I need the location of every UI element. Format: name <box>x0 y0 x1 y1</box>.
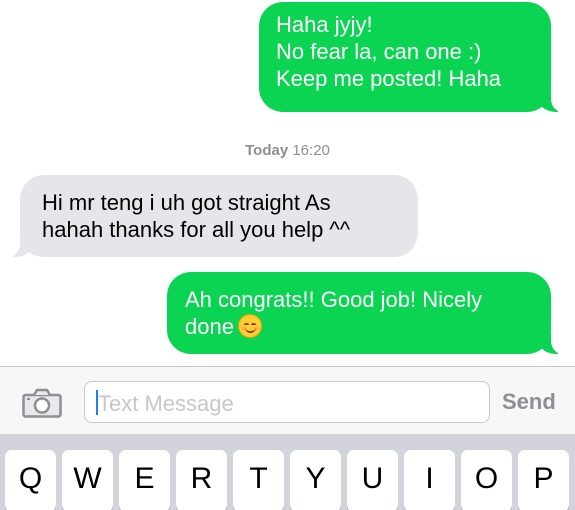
message-text: done <box>185 314 234 339</box>
key-t[interactable]: T <box>233 450 284 510</box>
timestamp-day: Today <box>245 142 289 159</box>
message-line-with-emoji: done <box>185 313 533 340</box>
key-i[interactable]: I <box>404 450 455 510</box>
key-u[interactable]: U <box>347 450 398 510</box>
keyboard: Q W E R T Y U I O P <box>0 434 575 510</box>
message-composer: Text Message Send <box>0 366 575 434</box>
message-input[interactable]: Text Message <box>84 381 490 423</box>
message-input-placeholder: Text Message <box>98 391 234 416</box>
message-line: Keep me posted! Haha <box>276 66 502 91</box>
send-button[interactable]: Send <box>502 389 556 415</box>
message-line: Haha jyjy! <box>276 12 373 37</box>
timestamp-time: 16:20 <box>292 142 330 159</box>
key-q[interactable]: Q <box>5 450 56 510</box>
message-line: No fear la, can one :) <box>276 39 482 64</box>
key-o[interactable]: O <box>461 450 512 510</box>
smiling-face-emoji-icon <box>237 314 262 338</box>
key-w[interactable]: W <box>62 450 113 510</box>
outgoing-message-bubble[interactable]: Ah congrats!! Good job! Nicely done <box>167 272 567 355</box>
outgoing-message-bubble[interactable]: Haha jyjy! No fear la, can one :) Keep m… <box>259 2 567 113</box>
conversation-timestamp: Today 16:20 <box>0 142 575 159</box>
key-e[interactable]: E <box>119 450 170 510</box>
key-r[interactable]: R <box>176 450 227 510</box>
camera-icon[interactable] <box>22 388 62 418</box>
message-line: hahah thanks for all you help ^^ <box>42 217 351 242</box>
message-line: Ah congrats!! Good job! Nicely <box>185 287 483 312</box>
message-line: Hi mr teng i uh got straight As <box>42 190 331 215</box>
key-y[interactable]: Y <box>290 450 341 510</box>
message-thread: Haha jyjy! No fear la, can one :) Keep m… <box>0 0 575 366</box>
key-p[interactable]: P <box>518 450 569 510</box>
incoming-message-bubble[interactable]: Hi mr teng i uh got straight As hahah th… <box>4 175 418 258</box>
